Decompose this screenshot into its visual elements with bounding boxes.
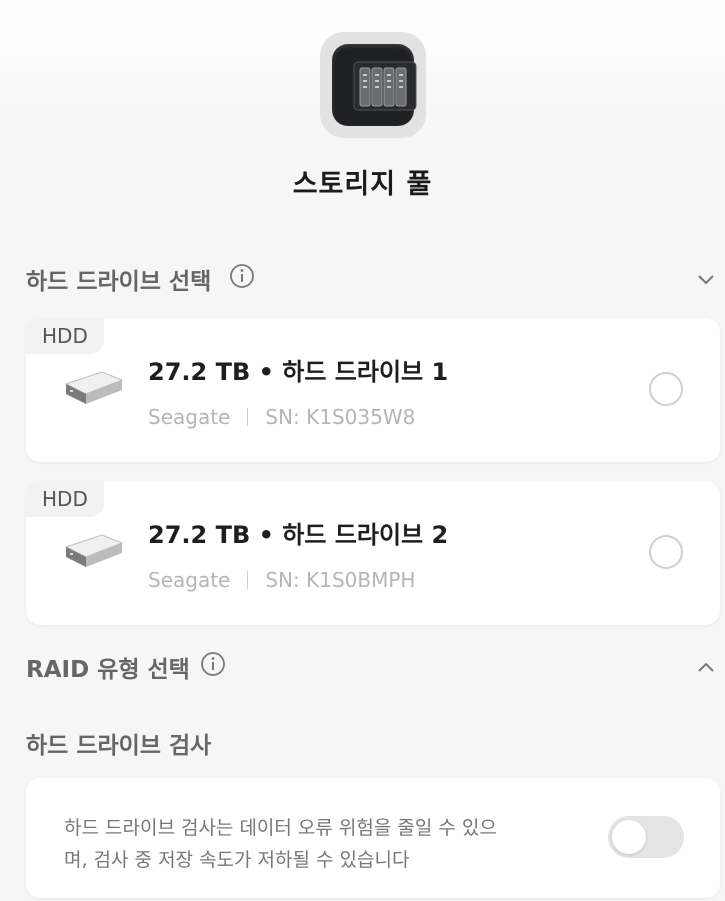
raid-select-header[interactable]: RAID 유형 선택 bbox=[26, 650, 226, 684]
drive-check-card: 하드 드라이브 검사는 데이터 오류 위험을 줄일 수 있으 며, 검사 중 저… bbox=[26, 778, 720, 898]
drive-details: Seagate SN: K1S0BMPH bbox=[148, 568, 415, 592]
description-line: 며, 검사 중 저장 속도가 저하될 수 있습니다 bbox=[64, 849, 410, 871]
hard-drive-icon bbox=[62, 366, 124, 414]
drive-check-description: 하드 드라이브 검사는 데이터 오류 위험을 줄일 수 있으 며, 검사 중 저… bbox=[64, 812, 564, 876]
divider bbox=[247, 408, 249, 426]
storage-pool-icon bbox=[320, 32, 426, 138]
drive-check-toggle[interactable] bbox=[608, 816, 684, 858]
drive-select-radio[interactable] bbox=[649, 535, 683, 569]
drive-card-2[interactable]: HDD 27.2 TB • 하드 드라이브 2 Seagate SN: K1S0… bbox=[26, 481, 720, 625]
toggle-knob bbox=[612, 820, 646, 854]
drive-select-header[interactable]: 하드 드라이브 선택 bbox=[26, 262, 255, 296]
info-icon[interactable] bbox=[229, 263, 255, 295]
divider bbox=[247, 571, 249, 589]
chevron-up-icon[interactable] bbox=[695, 656, 717, 682]
drive-card-1[interactable]: HDD 27.2 TB • 하드 드라이브 1 Seagate SN: K1S0… bbox=[26, 318, 720, 462]
drive-name: 27.2 TB • 하드 드라이브 2 bbox=[148, 521, 449, 549]
drive-details: Seagate SN: K1S035W8 bbox=[148, 405, 415, 429]
drive-name: 27.2 TB • 하드 드라이브 1 bbox=[148, 358, 449, 386]
drive-select-label: 하드 드라이브 선택 bbox=[26, 269, 212, 295]
hdd-tag: HDD bbox=[26, 318, 104, 354]
chevron-down-icon[interactable] bbox=[695, 268, 717, 294]
hdd-tag: HDD bbox=[26, 481, 104, 517]
description-line: 하드 드라이브 검사는 데이터 오류 위험을 줄일 수 있으 bbox=[64, 817, 497, 839]
drive-check-header: 하드 드라이브 검사 bbox=[26, 726, 211, 760]
drive-select-radio[interactable] bbox=[649, 372, 683, 406]
raid-select-label: RAID 유형 선택 bbox=[26, 657, 190, 683]
drive-serial: SN: K1S0BMPH bbox=[265, 568, 416, 592]
drive-check-label: 하드 드라이브 검사 bbox=[26, 733, 212, 759]
drive-vendor: Seagate bbox=[148, 568, 231, 592]
drive-vendor: Seagate bbox=[148, 405, 231, 429]
hard-drive-icon bbox=[62, 529, 124, 577]
info-icon[interactable] bbox=[200, 651, 226, 683]
page-title: 스토리지 풀 bbox=[292, 169, 433, 200]
drive-serial: SN: K1S035W8 bbox=[265, 405, 416, 429]
